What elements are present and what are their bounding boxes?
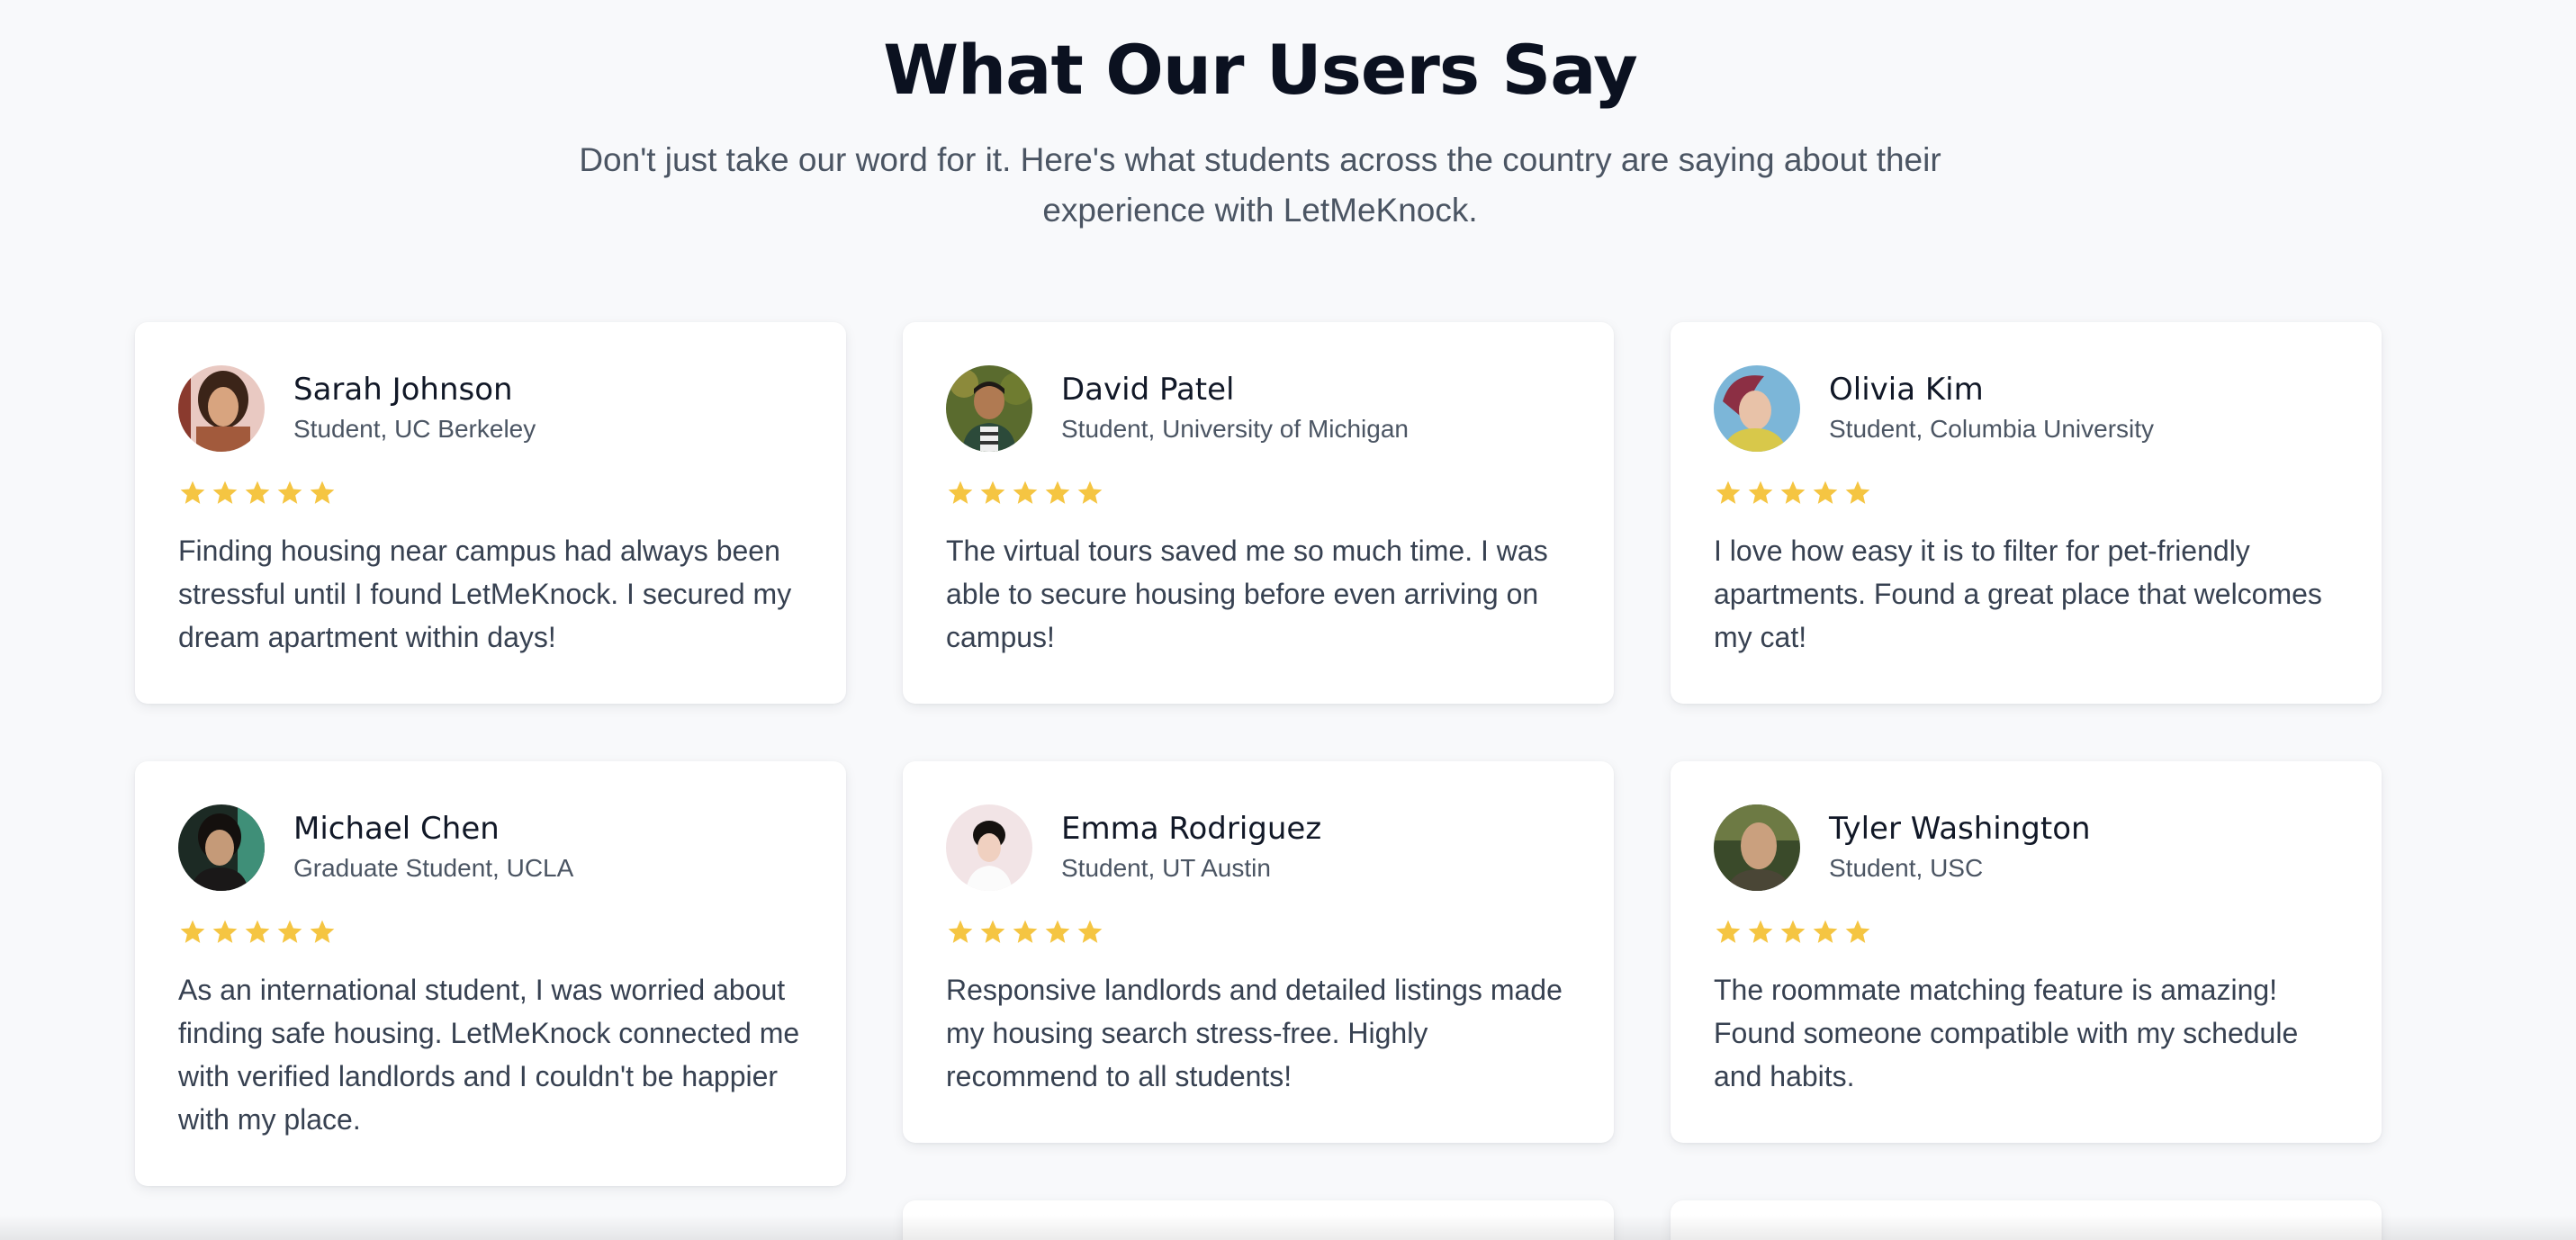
testimonial-role: Student, UT Austin	[1061, 854, 1271, 882]
star-icon	[978, 918, 1007, 950]
star-icon	[1811, 918, 1840, 950]
avatar	[1714, 365, 1800, 452]
star-icon	[1076, 918, 1104, 950]
star-icon	[308, 918, 337, 950]
star-icon	[946, 479, 975, 511]
star-icon	[1779, 918, 1807, 950]
star-icon	[243, 918, 272, 950]
avatar	[946, 365, 1032, 452]
testimonial-quote: As an international student, I was worri…	[178, 974, 800, 1136]
testimonial-role: Student, Columbia University	[1829, 415, 2155, 443]
star-icon	[211, 479, 239, 511]
star-icon	[1076, 479, 1104, 511]
star-icon	[1746, 479, 1775, 511]
testimonial-name: Tyler Washington	[1829, 811, 2091, 847]
star-rating	[178, 479, 803, 511]
star-icon	[178, 479, 207, 511]
section-title: What Our Users Say	[883, 30, 1638, 110]
testimonial-name: Olivia Kim	[1829, 372, 1984, 408]
star-icon	[211, 918, 239, 950]
testimonial-quote: The virtual tours saved me so much time.…	[946, 535, 1548, 653]
star-rating	[1714, 918, 2338, 950]
avatar	[1714, 804, 1800, 891]
testimonial-card: Michael Chen Graduate Student, UCLA As a…	[135, 761, 846, 1186]
star-icon	[1779, 479, 1807, 511]
avatar	[946, 804, 1032, 891]
testimonial-quote: The roommate matching feature is amazing…	[1714, 974, 2299, 1092]
testimonial-card: Emma Rodriguez Student, UT Austin Respon…	[903, 761, 1614, 1143]
star-icon	[275, 479, 304, 511]
star-rating	[946, 918, 1571, 950]
star-rating	[178, 918, 803, 950]
star-icon	[1011, 479, 1040, 511]
star-icon	[1843, 479, 1872, 511]
testimonial-role: Student, University of Michigan	[1061, 415, 1409, 443]
bottom-shadow	[0, 1215, 2576, 1240]
star-icon	[946, 918, 975, 950]
avatar	[178, 365, 265, 452]
star-icon	[1043, 918, 1072, 950]
testimonials-section: What Our Users Say Don't just take our w…	[0, 0, 2576, 1240]
testimonial-card: Olivia Kim Student, Columbia University …	[1671, 322, 2382, 704]
star-icon	[978, 479, 1007, 511]
testimonial-quote: Finding housing near campus had always b…	[178, 535, 792, 653]
testimonial-card: Sarah Johnson Student, UC Berkeley Findi…	[135, 322, 846, 704]
star-icon	[1011, 918, 1040, 950]
testimonial-card: David Patel Student, University of Michi…	[903, 322, 1614, 704]
star-icon	[1811, 479, 1840, 511]
avatar	[178, 804, 265, 891]
star-rating	[1714, 479, 2338, 511]
star-icon	[308, 479, 337, 511]
testimonial-role: Student, USC	[1829, 854, 1984, 882]
section-subtitle: Don't just take our word for it. Here's …	[579, 141, 1941, 229]
testimonial-name: Sarah Johnson	[293, 372, 513, 408]
star-icon	[1746, 918, 1775, 950]
testimonial-name: David Patel	[1061, 372, 1235, 408]
star-icon	[1843, 918, 1872, 950]
testimonial-role: Student, UC Berkeley	[293, 415, 536, 443]
star-rating	[946, 479, 1571, 511]
testimonial-quote: Responsive landlords and detailed listin…	[946, 974, 1563, 1092]
star-icon	[243, 479, 272, 511]
testimonial-role: Graduate Student, UCLA	[293, 854, 574, 882]
star-icon	[1714, 918, 1743, 950]
testimonial-card: Tyler Washington Student, USC The roomma…	[1671, 761, 2382, 1143]
star-icon	[178, 918, 207, 950]
star-icon	[1714, 479, 1743, 511]
star-icon	[1043, 479, 1072, 511]
testimonial-name: Emma Rodriguez	[1061, 811, 1322, 847]
testimonial-name: Michael Chen	[293, 811, 500, 847]
testimonial-quote: I love how easy it is to filter for pet-…	[1714, 535, 2322, 653]
star-icon	[275, 918, 304, 950]
